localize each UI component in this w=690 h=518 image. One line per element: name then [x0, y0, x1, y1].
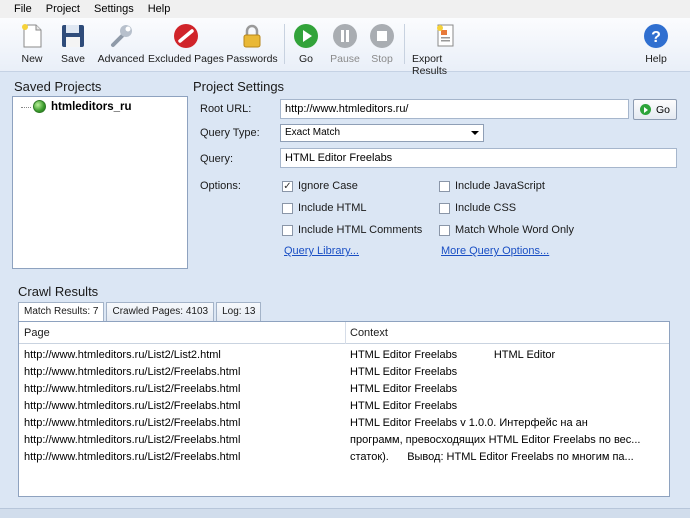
- go-button[interactable]: Go: [633, 99, 677, 120]
- save-button[interactable]: Save: [58, 20, 88, 70]
- new-button[interactable]: New: [18, 20, 46, 70]
- chevron-down-icon: [471, 131, 479, 135]
- help-button[interactable]: ? Help: [642, 20, 670, 70]
- new-document-icon: [18, 22, 46, 50]
- options-label: Options:: [200, 180, 241, 192]
- table-row[interactable]: http://www.htmleditors.ru/List2/Freelabs…: [19, 432, 669, 449]
- include-html-comments-checkbox[interactable]: [282, 224, 293, 236]
- root-url-input[interactable]: [280, 99, 629, 119]
- tab-match-results[interactable]: Match Results: 7: [18, 302, 105, 321]
- ignore-case-option[interactable]: ✓ Ignore Case: [282, 180, 358, 192]
- no-entry-icon: [172, 22, 200, 50]
- results-tabs: Match Results: 7 Crawled Pages: 4103 Log…: [18, 302, 263, 321]
- include-css-checkbox[interactable]: [439, 202, 450, 214]
- column-divider[interactable]: [345, 322, 346, 344]
- toolbar: New Save Advanced Excluded Pages Passwor…: [0, 18, 690, 77]
- match-whole-word-option[interactable]: Match Whole Word Only: [439, 224, 574, 236]
- pause-icon: [331, 22, 359, 50]
- menu-project[interactable]: Project: [39, 0, 87, 18]
- include-html-comments-option[interactable]: Include HTML Comments: [282, 224, 422, 236]
- wrench-icon: [107, 22, 135, 50]
- match-whole-word-checkbox[interactable]: [439, 224, 450, 236]
- menu-help[interactable]: Help: [141, 0, 178, 18]
- saved-project-item[interactable]: htmleditors_ru: [21, 100, 132, 113]
- go-toolbar-button[interactable]: Go: [292, 20, 320, 70]
- results-grid: Page Context http://www.htmleditors.ru/L…: [18, 321, 670, 497]
- query-type-label: Query Type:: [200, 127, 260, 139]
- query-label: Query:: [200, 153, 234, 165]
- play-icon: [292, 22, 320, 50]
- export-document-icon: [431, 22, 459, 50]
- include-css-option[interactable]: Include CSS: [439, 202, 516, 214]
- tab-log[interactable]: Log: 13: [216, 302, 262, 321]
- passwords-button[interactable]: Passwords: [226, 20, 278, 70]
- include-html-option[interactable]: Include HTML: [282, 202, 366, 214]
- advanced-button[interactable]: Advanced: [96, 20, 146, 70]
- pause-button[interactable]: Pause: [328, 20, 362, 70]
- table-row[interactable]: http://www.htmleditors.ru/List2/Freelabs…: [19, 415, 669, 432]
- menu-file[interactable]: File: [4, 0, 39, 18]
- toolbar-separator: [404, 24, 405, 64]
- root-url-label: Root URL:: [200, 103, 252, 115]
- stop-button[interactable]: Stop: [368, 20, 396, 70]
- query-input[interactable]: [280, 148, 677, 168]
- toolbar-separator: [284, 24, 285, 64]
- help-icon: ?: [642, 22, 670, 50]
- include-javascript-checkbox[interactable]: [439, 180, 450, 192]
- query-type-select[interactable]: Exact Match: [280, 124, 484, 142]
- menu-bar: File Project Settings Help: [0, 0, 690, 18]
- floppy-disk-icon: [59, 22, 87, 50]
- include-javascript-option[interactable]: Include JavaScript: [439, 180, 545, 192]
- ignore-case-checkbox[interactable]: ✓: [282, 180, 293, 192]
- table-row[interactable]: http://www.htmleditors.ru/List2/Freelabs…: [19, 381, 669, 398]
- include-html-checkbox[interactable]: [282, 202, 293, 214]
- globe-icon: [33, 100, 46, 113]
- stop-icon: [368, 22, 396, 50]
- grid-header: Page Context: [19, 322, 669, 344]
- column-header-context[interactable]: Context: [350, 327, 388, 339]
- padlock-icon: [238, 22, 266, 50]
- status-bar: [0, 508, 690, 518]
- column-header-page[interactable]: Page: [24, 327, 50, 339]
- menu-settings[interactable]: Settings: [87, 0, 141, 18]
- play-icon: [639, 104, 651, 115]
- more-query-options-link[interactable]: More Query Options...: [441, 245, 549, 257]
- excluded-pages-button[interactable]: Excluded Pages: [148, 20, 224, 70]
- table-row[interactable]: http://www.htmleditors.ru/List2/List2.ht…: [19, 347, 669, 364]
- crawl-results-title: Crawl Results: [18, 284, 99, 299]
- table-row[interactable]: http://www.htmleditors.ru/List2/Freelabs…: [19, 449, 669, 466]
- tab-crawled-pages[interactable]: Crawled Pages: 4103: [106, 302, 215, 321]
- svg-text:?: ?: [651, 29, 661, 46]
- project-settings-title: Project Settings: [193, 79, 285, 94]
- export-results-button[interactable]: Export Results: [412, 20, 478, 77]
- table-row[interactable]: http://www.htmleditors.ru/List2/Freelabs…: [19, 398, 669, 415]
- saved-projects-tree: htmleditors_ru: [12, 96, 188, 269]
- table-row[interactable]: http://www.htmleditors.ru/List2/Freelabs…: [19, 364, 669, 381]
- query-library-link[interactable]: Query Library...: [284, 245, 359, 257]
- saved-projects-title: Saved Projects: [14, 79, 102, 94]
